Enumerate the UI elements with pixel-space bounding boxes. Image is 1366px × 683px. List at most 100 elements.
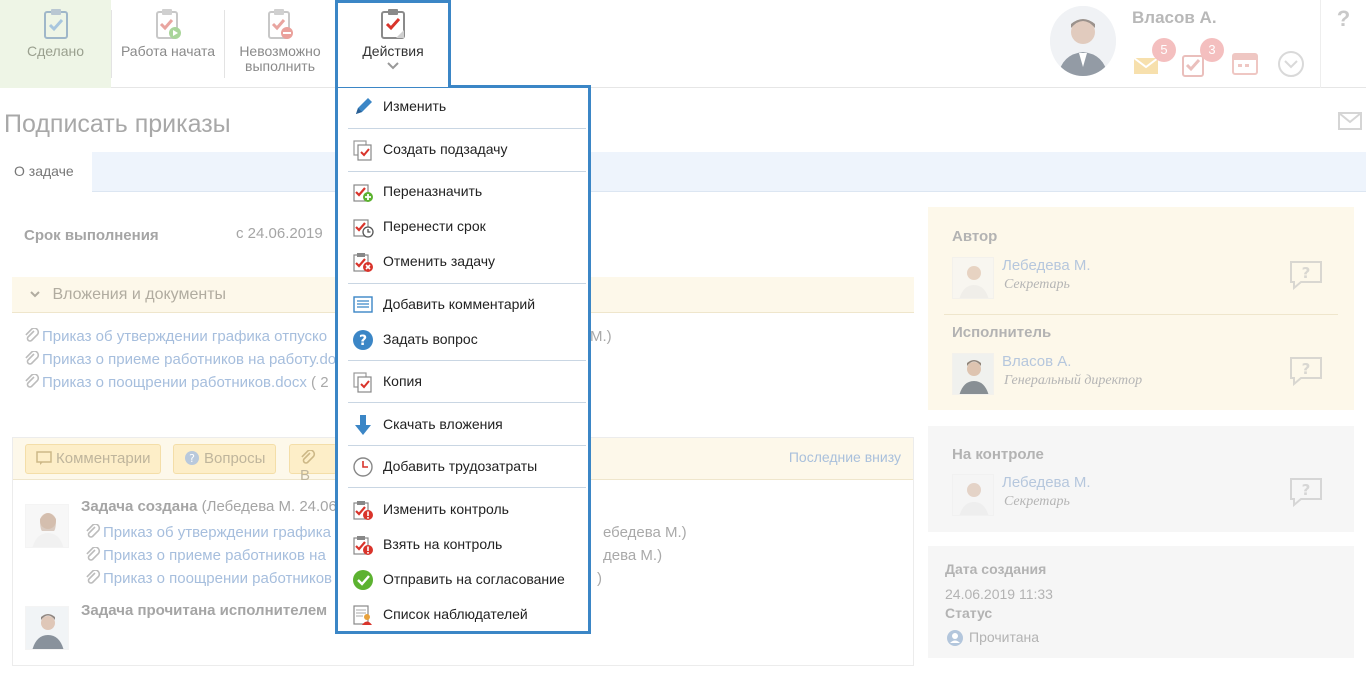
author-role: Секретарь <box>1004 277 1070 292</box>
attachment-link[interactable]: Приказ об утверждении графика отпуско <box>24 328 327 345</box>
menu-item-label: Скачать вложения <box>383 416 503 432</box>
menu-item-label: Отправить на согласование <box>383 571 565 587</box>
work-started-label: Работа начата <box>120 43 216 59</box>
mail-count-badge: 5 <box>1152 38 1176 62</box>
menu-separator <box>348 171 586 172</box>
event-file-author: дева М.) <box>603 547 663 564</box>
menu-item-ask-question[interactable]: ? Задать вопрос <box>348 325 584 355</box>
paperclip-icon <box>86 547 101 561</box>
executor-photo <box>952 353 994 395</box>
event-file-link[interactable]: Приказ об утверждении графика <box>85 524 331 541</box>
person-icon <box>953 354 993 394</box>
status-label: Статус <box>945 605 993 621</box>
reassign-icon <box>353 184 373 202</box>
event-file-author: ебедева М.) <box>603 524 687 541</box>
event-file-name: Приказ о поощрении работников <box>103 570 333 587</box>
menu-item-send-approval[interactable]: Отправить на согласование <box>348 565 584 595</box>
question-icon: ? <box>353 330 373 350</box>
cancel-task-icon <box>353 253 373 272</box>
menu-item-create-subtask[interactable]: Создать подзадачу <box>348 135 584 165</box>
menu-item-take-control[interactable]: Взять на контроль <box>348 530 584 560</box>
menu-item-reassign[interactable]: Переназначить <box>348 177 584 207</box>
attachment-name: Приказ о приеме работников на работу.do <box>42 351 337 368</box>
event-file-author: ) <box>597 570 602 587</box>
comment-icon <box>36 451 52 465</box>
tasks-count-badge: 3 <box>1200 38 1224 62</box>
questions-tab[interactable]: ? Вопросы <box>173 444 277 474</box>
task-notifications[interactable]: 3 <box>1180 38 1224 78</box>
paperclip-icon <box>86 524 101 538</box>
actions-button[interactable]: Действия <box>335 0 451 87</box>
user-name[interactable]: Власов А. <box>1132 8 1217 28</box>
pencil-icon <box>356 98 372 114</box>
svg-text:?: ? <box>189 452 195 465</box>
attachments-tab-label: В <box>300 467 311 484</box>
menu-item-copy[interactable]: Копия <box>348 367 584 397</box>
comments-tab[interactable]: Комментарии <box>25 444 162 474</box>
menu-item-add-labor[interactable]: Добавить трудозатраты <box>348 452 584 482</box>
menu-item-add-comment[interactable]: Добавить комментарий <box>348 290 584 320</box>
tab-about[interactable]: О задаче <box>0 152 92 192</box>
help-button[interactable]: ? <box>1320 0 1366 88</box>
menu-separator <box>348 128 586 129</box>
ask-question-icon[interactable]: ? <box>1288 476 1324 508</box>
menu-item-change-control[interactable]: Изменить контроль <box>348 495 584 525</box>
menu-item-download-attachments[interactable]: Скачать вложения <box>348 410 584 440</box>
menu-item-edit[interactable]: Изменить <box>348 92 584 122</box>
controller-photo <box>952 474 994 516</box>
status-read-icon <box>947 630 963 646</box>
menu-separator <box>348 360 586 361</box>
executor-label: Исполнитель <box>952 324 1052 341</box>
attachment-name: Приказ об утверждении графика отпуско <box>42 328 328 345</box>
menu-item-observers[interactable]: Список наблюдателей <box>348 600 584 630</box>
menu-item-cancel-task[interactable]: Отменить задачу <box>348 247 584 277</box>
ask-question-icon[interactable]: ? <box>1288 259 1324 291</box>
work-started-button[interactable]: Работа начата <box>112 0 224 88</box>
sort-order-link[interactable]: Последние внизу <box>789 449 901 465</box>
reschedule-icon <box>353 219 374 238</box>
event-file-link[interactable]: Приказ о поощрении работников <box>85 570 332 587</box>
author-label: Автор <box>952 228 998 245</box>
impossible-button[interactable]: Невозможно выполнить <box>225 0 335 88</box>
executor-name[interactable]: Власов А. <box>1002 353 1071 370</box>
event-file-meta: ) <box>597 570 602 587</box>
impossible-label-line2: выполнить <box>245 58 315 74</box>
paperclip-icon <box>25 351 40 365</box>
change-control-icon <box>353 501 373 520</box>
author-name[interactable]: Лебедева М. <box>1002 257 1091 274</box>
menu-item-label: Изменить <box>383 98 447 114</box>
mail-icon[interactable] <box>1338 112 1362 130</box>
paperclip-icon <box>25 328 40 342</box>
menu-separator <box>348 487 586 488</box>
attachment-link[interactable]: Приказ о поощрении работников.docx ( 2 <box>24 374 329 391</box>
calendar-button[interactable] <box>1230 44 1260 78</box>
event-file-link[interactable]: Приказ о приеме работников на <box>85 547 326 564</box>
attachments-tab[interactable]: В <box>289 444 337 484</box>
menu-item-label: Отменить задачу <box>383 253 496 269</box>
task-impossible-icon <box>268 9 293 39</box>
menu-item-reschedule[interactable]: Перенести срок <box>348 212 584 242</box>
deadline-label: Срок выполнения <box>24 227 159 244</box>
actions-menu: Изменить Создать подзадачу Переназначить… <box>335 85 591 634</box>
mail-notifications[interactable]: 5 <box>1132 38 1176 78</box>
attachment-size: ( 2 <box>306 374 329 391</box>
attachment-link[interactable]: Приказ о приеме работников на работу.do <box>24 351 336 368</box>
event-read-title: Задача прочитана исполнителем <box>81 602 328 619</box>
ask-question-icon[interactable]: ? <box>1288 355 1324 387</box>
actions-label: Действия <box>362 43 424 59</box>
copy-icon <box>353 372 372 393</box>
done-button[interactable]: Сделано <box>0 0 111 88</box>
controller-name[interactable]: Лебедева М. <box>1002 474 1091 491</box>
svg-text:?: ? <box>1302 481 1311 499</box>
take-control-icon <box>353 536 373 555</box>
person-icon <box>953 258 993 298</box>
toolbar: Сделано Работа начата Невозможно выполни… <box>0 0 1366 88</box>
event-title: Задача создана <box>81 498 198 515</box>
svg-text:?: ? <box>359 333 367 349</box>
user-menu-button[interactable] <box>1276 44 1306 78</box>
author-avatar <box>25 504 69 548</box>
user-avatar[interactable] <box>1050 6 1116 76</box>
control-label: На контроле <box>952 446 1044 463</box>
task-done-icon <box>43 9 68 39</box>
menu-item-label: Переназначить <box>383 183 483 199</box>
